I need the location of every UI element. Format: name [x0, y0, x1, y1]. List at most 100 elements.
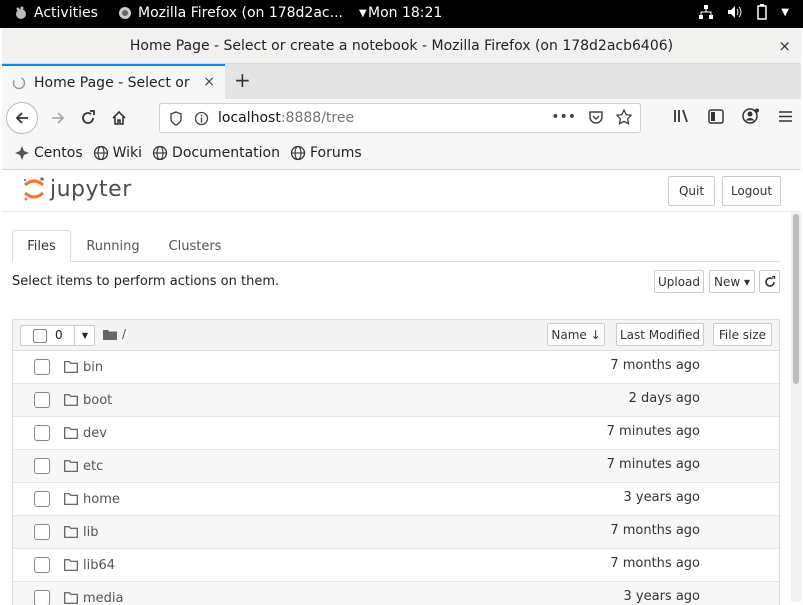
tab-files[interactable]: Files: [12, 230, 71, 262]
url-host: localhost: [218, 110, 281, 126]
home-button[interactable]: [105, 104, 133, 132]
bookmark-label: Documentation: [172, 145, 280, 161]
file-list-header: 0 ▼ / Name ↓ Last Modified File size: [13, 320, 779, 351]
select-all-checkbox[interactable]: [33, 329, 47, 343]
folder-icon: [64, 427, 78, 439]
arrow-left-icon: [15, 112, 28, 124]
volume-icon: [728, 6, 742, 18]
file-name[interactable]: lib64: [83, 558, 115, 573]
sort-name-button[interactable]: Name ↓: [547, 323, 605, 346]
account-icon[interactable]: [742, 108, 760, 124]
activities-button[interactable]: Activities: [14, 5, 98, 21]
scrollbar-thumb[interactable]: [793, 214, 799, 384]
url-bar[interactable]: localhost:8888/tree •••: [159, 103, 641, 133]
back-button[interactable]: [6, 102, 38, 134]
row-checkbox[interactable]: [34, 458, 50, 474]
breadcrumb[interactable]: /: [103, 327, 126, 341]
table-row[interactable]: bin 7 months ago: [13, 351, 779, 384]
globe-icon: [152, 145, 168, 161]
logout-button[interactable]: Logout: [722, 176, 781, 206]
tab-running[interactable]: Running: [80, 230, 146, 262]
quit-button[interactable]: Quit: [668, 176, 715, 206]
table-row[interactable]: home 3 years ago: [13, 483, 779, 516]
chevron-down-icon: ▼: [358, 7, 367, 19]
sort-modified-button[interactable]: Last Modified: [616, 323, 704, 346]
table-row[interactable]: lib64 7 months ago: [13, 549, 779, 582]
bookmark-forums[interactable]: Forums: [290, 145, 362, 161]
shield-icon: [170, 111, 182, 126]
reload-button[interactable]: [74, 104, 102, 132]
tab-strip: Home Page - Select or cre × +: [2, 64, 801, 99]
tab-clusters[interactable]: Clusters: [160, 230, 230, 262]
tab-close-button[interactable]: ×: [203, 74, 215, 90]
clock[interactable]: Mon 18:21: [368, 5, 442, 21]
file-modified: 7 months ago: [610, 556, 700, 571]
table-row[interactable]: lib 7 months ago: [13, 516, 779, 549]
activities-label: Activities: [34, 5, 98, 21]
forward-button[interactable]: [44, 104, 72, 132]
sort-size-button[interactable]: File size: [713, 323, 772, 346]
jupyter-logo-text: jupyter: [50, 176, 132, 202]
jupyter-tabs: Files Running Clusters: [12, 230, 780, 262]
file-name[interactable]: media: [83, 591, 124, 605]
row-checkbox[interactable]: [34, 425, 50, 441]
upload-button[interactable]: Upload: [654, 270, 704, 293]
folder-icon: [64, 592, 78, 604]
row-checkbox[interactable]: [34, 491, 50, 507]
file-name[interactable]: boot: [83, 393, 112, 408]
menu-icon[interactable]: [778, 110, 793, 123]
app-menu[interactable]: Mozilla Firefox (on 178d2ac... ▼: [118, 5, 367, 21]
folder-icon: [64, 394, 78, 406]
folder-icon: [64, 559, 78, 571]
row-checkbox[interactable]: [34, 392, 50, 408]
gnome-top-bar: Activities Mozilla Firefox (on 178d2ac..…: [0, 0, 803, 28]
file-name[interactable]: lib: [83, 525, 98, 540]
app-menu-label: Mozilla Firefox (on 178d2ac...: [138, 5, 343, 21]
folder-icon: [64, 493, 78, 505]
select-all-control[interactable]: 0 ▼: [20, 325, 95, 346]
selected-count: 0: [55, 328, 63, 342]
chevron-down-icon: ▼: [781, 6, 789, 18]
refresh-button[interactable]: [759, 270, 780, 293]
table-row[interactable]: etc 7 minutes ago: [13, 450, 779, 483]
browser-tab-active[interactable]: Home Page - Select or cre ×: [2, 64, 225, 99]
file-name[interactable]: dev: [83, 426, 107, 441]
jupyter-header: jupyter Quit Logout: [2, 170, 801, 212]
file-name[interactable]: etc: [83, 459, 103, 474]
system-tray[interactable]: ▼: [699, 4, 789, 20]
table-row[interactable]: media 3 years ago: [13, 582, 779, 605]
bookmark-wiki[interactable]: Wiki: [93, 145, 142, 161]
window-close-button[interactable]: ×: [778, 37, 791, 55]
library-icon[interactable]: [673, 108, 690, 124]
jupyter-logo[interactable]: jupyter: [22, 176, 132, 202]
battery-icon: [757, 4, 768, 20]
chevron-down-icon[interactable]: ▼: [74, 326, 95, 345]
refresh-icon: [764, 275, 775, 287]
bookmark-label: Forums: [309, 145, 362, 161]
pocket-icon[interactable]: [588, 110, 604, 125]
selection-hint: Select items to perform actions on them.: [12, 274, 280, 289]
gnome-foot-icon: [16, 6, 26, 19]
file-modified: 3 years ago: [623, 589, 700, 604]
page-scrollbar[interactable]: [791, 212, 801, 602]
file-name[interactable]: bin: [83, 360, 103, 375]
new-dropdown-button[interactable]: New ▾: [709, 270, 755, 293]
bookmark-star-icon[interactable]: [616, 109, 632, 125]
nav-toolbar: localhost:8888/tree •••: [2, 99, 801, 137]
row-checkbox[interactable]: [34, 359, 50, 375]
bookmark-documentation[interactable]: Documentation: [152, 145, 280, 161]
url-path: :8888/tree: [280, 110, 355, 126]
page-actions-button[interactable]: •••: [551, 109, 576, 125]
row-checkbox[interactable]: [34, 590, 50, 605]
table-row[interactable]: boot 2 days ago: [13, 384, 779, 417]
home-icon: [112, 110, 126, 125]
new-tab-button[interactable]: +: [234, 70, 251, 90]
file-modified: 7 months ago: [610, 523, 700, 538]
file-name[interactable]: home: [83, 492, 120, 507]
table-row[interactable]: dev 7 minutes ago: [13, 417, 779, 450]
sidebar-icon[interactable]: [708, 108, 724, 124]
file-modified: 7 minutes ago: [606, 424, 700, 439]
row-checkbox[interactable]: [34, 524, 50, 540]
row-checkbox[interactable]: [34, 557, 50, 573]
bookmark-centos[interactable]: Centos: [14, 145, 83, 161]
